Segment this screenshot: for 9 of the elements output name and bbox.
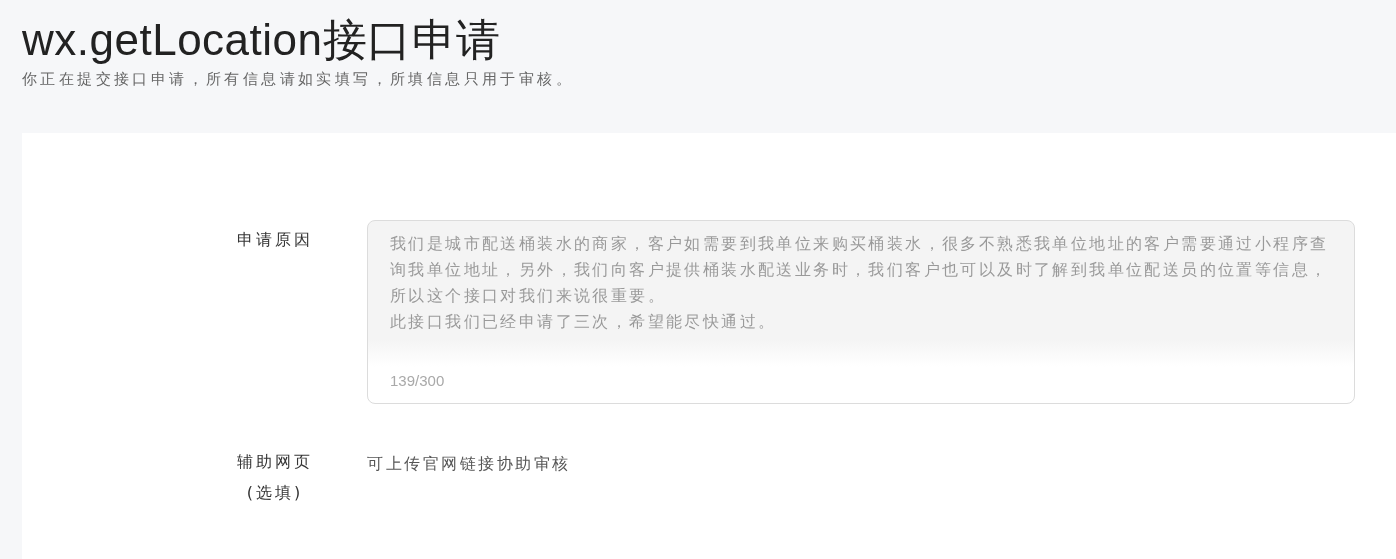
character-counter: 139/300 (390, 372, 445, 389)
field-label: 辅助网页 (选填) (237, 451, 313, 504)
reason-field[interactable]: 我们是城市配送桶装水的商家，客户如需要到我单位来购买桶装水，很多不熟悉我单位地址的客户需要通过小程序查询我单位地址，另外，我们向客户提供桶装水配送业务时，我们客户也可以及时了解到我单位配送员的位置等信息，所以这个接口对我们来说很重要。 此接口我们已经申请了三次，希望能尽快通过。 139/300 (367, 220, 1355, 404)
reason-text: 此接口我们已经申请了三次，希望能尽快通过。 (390, 311, 778, 333)
page-subtitle: 你正在提交接口申请，所有信息请如实填写，所填信息只用于审核。 (22, 69, 574, 90)
page-title: wx.getLocation接口申请 (22, 14, 501, 66)
field-label: 申请原因 (237, 229, 313, 251)
reason-text: 我们是城市配送桶装水的商家，客户如需要到我单位来购买桶装水，很多不熟悉我单位地址的客户需要通过小程序查询我单位地址，另外，我们向客户提供桶装水配送业务时，我们客户也可以及时了解到我单位配送员的位置等信息，所以这个接口对我们来说很重要。 (390, 233, 1330, 307)
field-hint: 可上传官网链接协助审核 (367, 453, 571, 475)
